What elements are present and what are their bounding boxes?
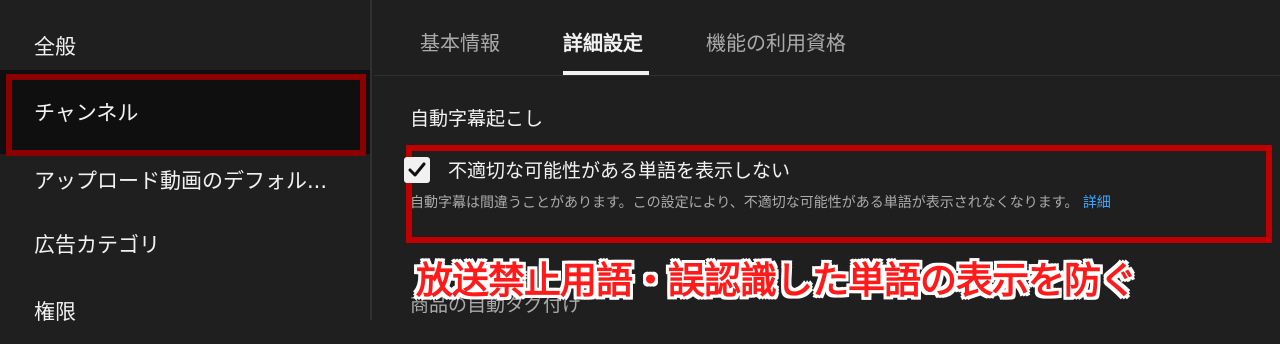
hide-inappropriate-words-checkbox[interactable] xyxy=(404,157,430,183)
sidebar-item-label: 全般 xyxy=(34,35,76,59)
sidebar-item-label: チャンネル xyxy=(34,101,139,125)
settings-main-panel: 基本情報 詳細設定 機能の利用資格 自動字幕起こし 不適切な可能性がある単語を表… xyxy=(374,0,1280,320)
hide-inappropriate-words-label: 不適切な可能性がある単語を表示しない xyxy=(448,160,791,182)
annotation-caption: 放送禁止用語・誤認識した単語の表示を防ぐ xyxy=(416,259,1137,302)
option-description-text: 自動字幕は間違うことがあります。この設定により、不適切な可能性がある単語が表示さ… xyxy=(410,195,1079,211)
sidebar-item-channel[interactable]: チャンネル xyxy=(0,70,370,156)
sidebar-item-label: 広告カテゴリ xyxy=(34,233,160,257)
sidebar-item-upload-defaults[interactable]: アップロード動画のデフォル... xyxy=(0,147,370,213)
tab-advanced-settings[interactable]: 詳細設定 xyxy=(563,27,643,56)
learn-more-link[interactable]: 詳細 xyxy=(1083,195,1111,211)
active-tab-indicator xyxy=(563,71,649,75)
tab-basic-info[interactable]: 基本情報 xyxy=(420,27,500,56)
sidebar-item-label: 権限 xyxy=(34,300,76,324)
checkmark-icon xyxy=(408,162,426,177)
sidebar-item-ad-categories[interactable]: 広告カテゴリ xyxy=(0,211,370,277)
sidebar-item-permissions[interactable]: 権限 xyxy=(0,278,370,344)
tab-feature-eligibility[interactable]: 機能の利用資格 xyxy=(706,27,846,56)
sidebar-item-label: アップロード動画のデフォル... xyxy=(34,169,328,193)
option-description: 自動字幕は間違うことがあります。この設定により、不適切な可能性がある単語が表示さ… xyxy=(410,192,1262,214)
tab-bar: 基本情報 詳細設定 機能の利用資格 xyxy=(374,0,1280,76)
auto-captions-heading: 自動字幕起こし xyxy=(410,108,544,130)
settings-sidebar: 全般 チャンネル アップロード動画のデフォル... 広告カテゴリ 権限 xyxy=(0,0,372,324)
